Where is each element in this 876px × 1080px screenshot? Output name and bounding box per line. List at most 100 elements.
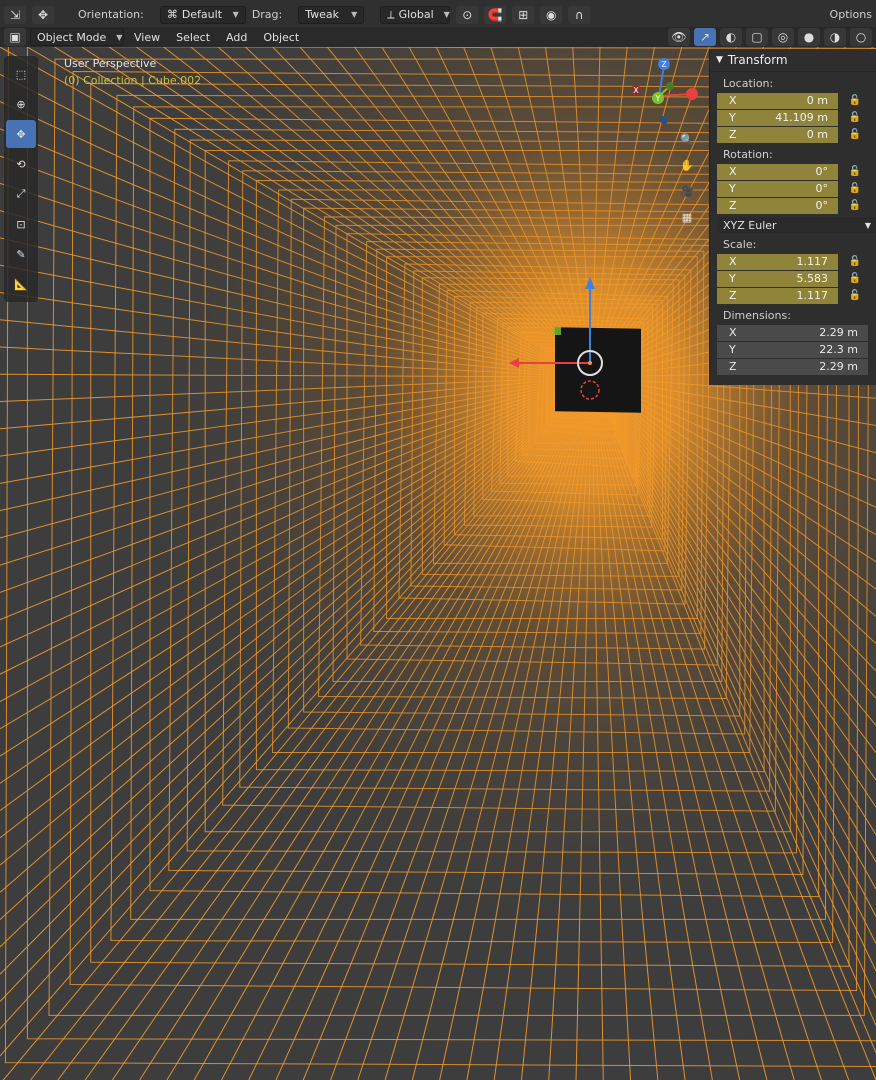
dimensions-z-field[interactable]: Z 2.29 m <box>717 358 868 375</box>
measure-tool-icon[interactable]: 📐 <box>6 270 36 298</box>
location-y-row: Y 41.109 m 🔓 <box>717 109 876 126</box>
navigation-gizmo[interactable]: Z Y X <box>626 56 706 128</box>
scale-y-field[interactable]: Y 5.583 <box>717 270 838 287</box>
viewport-header: ▣ Object Mode ▼ View Select Add Object 👁… <box>0 27 876 47</box>
lock-icon[interactable]: 🔓 <box>846 200 864 211</box>
lock-icon[interactable]: 🔓 <box>846 129 864 140</box>
options-menu[interactable]: Options <box>830 8 872 21</box>
field-value: 0° <box>815 199 829 212</box>
snap-icon[interactable]: 🧲 <box>484 5 507 24</box>
location-z-field[interactable]: Z 0 m <box>717 126 838 143</box>
orientation-value: Default <box>181 8 223 21</box>
move-tool-icon[interactable]: ✥ <box>32 5 54 24</box>
field-value: 2.29 m <box>819 360 858 373</box>
drag-dropdown[interactable]: Tweak ▼ <box>298 5 365 24</box>
axis-label: Y <box>729 272 736 285</box>
transform-pivot-icon[interactable]: ⇲ <box>4 5 26 24</box>
select-box-tool-icon[interactable]: ⬚ <box>6 60 36 88</box>
orientation-icon: ⌘ <box>166 8 178 21</box>
solid-shading-icon[interactable]: ● <box>798 28 820 46</box>
location-y-field[interactable]: Y 41.109 m <box>717 109 838 126</box>
axis-label: Z <box>729 289 737 302</box>
dimensions-x-field[interactable]: X 2.29 m <box>717 324 868 341</box>
rotation-z-field[interactable]: Z 0° <box>717 197 838 214</box>
axis-label: Z <box>729 360 737 373</box>
lock-icon[interactable]: 🔓 <box>846 95 864 106</box>
xray-toggle-icon[interactable]: ▢ <box>746 28 768 46</box>
transform-tool-icon[interactable]: ⊡ <box>6 210 36 238</box>
field-value: 5.583 <box>796 272 829 285</box>
navigation-buttons: 🔍 ✋ 🎥 ▦ <box>676 128 702 232</box>
dimensions-label: Dimensions: <box>723 309 791 322</box>
location-label: Location: <box>723 77 774 90</box>
axis-label: X <box>729 165 737 178</box>
rendered-shading-icon[interactable]: ○ <box>850 28 872 46</box>
rotate-tool-icon[interactable]: ⟲ <box>6 150 36 178</box>
field-value: 0 m <box>806 128 828 141</box>
lock-icon[interactable]: 🔓 <box>846 112 864 123</box>
gizmo-toggle-icon[interactable]: ↗ <box>694 28 716 46</box>
proportional-edit-icon[interactable]: ◉ <box>540 5 563 24</box>
location-x-field[interactable]: X 0 m <box>717 92 838 109</box>
overlay-toggle-icon[interactable]: ◐ <box>720 28 742 46</box>
move-gizmo[interactable] <box>505 275 645 405</box>
scale-z-field[interactable]: Z 1.117 <box>717 287 838 304</box>
scale-tool-icon[interactable]: ⤢ <box>6 180 36 208</box>
gizmo-y-label: Y <box>655 94 661 103</box>
field-value: 0 m <box>806 94 828 107</box>
rotation-x-field[interactable]: X 0° <box>717 163 838 180</box>
visibility-icon[interactable]: 👁 <box>668 28 690 46</box>
menu-view[interactable]: View <box>128 31 166 44</box>
annotate-tool-icon[interactable]: ✎ <box>6 240 36 268</box>
field-value: 2.29 m <box>819 326 858 339</box>
perspective-grid-icon[interactable]: ▦ <box>676 206 698 228</box>
drag-label: Drag: <box>251 8 283 21</box>
material-shading-icon[interactable]: ◑ <box>824 28 846 46</box>
tool-settings-bar: ⇲ ✥ Orientation: ⌘ Default ▼ Drag: Tweak… <box>0 0 876 30</box>
field-value: 0° <box>815 182 829 195</box>
scale-x-row: X 1.117 🔓 <box>717 253 876 270</box>
rotation-mode-value: XYZ Euler <box>723 218 777 232</box>
lock-icon[interactable]: 🔓 <box>846 290 864 301</box>
falloff-icon[interactable]: ∩ <box>568 5 591 24</box>
pan-hand-icon[interactable]: ✋ <box>676 154 698 176</box>
zoom-icon[interactable]: 🔍 <box>676 128 698 150</box>
move-tool-icon[interactable]: ✥ <box>6 120 36 148</box>
transform-orientation-dropdown[interactable]: ⟂ Global ▼ <box>380 5 451 24</box>
lock-icon[interactable]: 🔓 <box>846 256 864 267</box>
menu-select[interactable]: Select <box>170 31 216 44</box>
rotation-mode-dropdown[interactable]: XYZ Euler ▼ <box>717 217 876 233</box>
orientation-label: Orientation: <box>78 8 144 21</box>
scale-x-field[interactable]: X 1.117 <box>717 253 838 270</box>
lock-icon[interactable]: 🔓 <box>846 273 864 284</box>
editor-type-icon[interactable]: ▣ <box>4 28 26 46</box>
menu-add[interactable]: Add <box>220 31 253 44</box>
field-value: 1.117 <box>796 289 829 302</box>
transform-space-value: Global <box>398 8 434 21</box>
snap-target-icon[interactable]: ⊞ <box>512 5 535 24</box>
transform-panel-header[interactable]: ▼ Transform <box>710 49 876 72</box>
dimensions-x-row: X 2.29 m <box>717 324 876 341</box>
dimensions-y-field[interactable]: Y 22.3 m <box>717 341 868 358</box>
chevron-down-icon: ▼ <box>116 32 123 42</box>
field-value: 41.109 m <box>775 111 828 124</box>
field-value: 1.117 <box>796 255 829 268</box>
scale-z-row: Z 1.117 🔓 <box>717 287 876 304</box>
lock-icon[interactable]: 🔓 <box>846 183 864 194</box>
transform-panel-title: Transform <box>727 53 788 67</box>
dimensions-y-row: Y 22.3 m <box>717 341 876 358</box>
cursor-tool-icon[interactable]: ⊕ <box>6 90 36 118</box>
collapse-arrow-icon: ▼ <box>716 55 723 65</box>
active-object-label: (0) Collection | Cube.002 <box>64 74 202 87</box>
orientation-dropdown[interactable]: ⌘ Default ▼ <box>159 5 246 24</box>
camera-icon[interactable]: 🎥 <box>676 180 698 202</box>
lock-icon[interactable]: 🔓 <box>846 166 864 177</box>
pivot-point-icon[interactable]: ⊙ <box>456 5 479 24</box>
axis-label: Z <box>729 128 737 141</box>
chevron-down-icon: ▼ <box>443 10 450 19</box>
mode-dropdown[interactable]: Object Mode ▼ <box>30 28 124 46</box>
menu-object[interactable]: Object <box>257 31 305 44</box>
axis-label: Y <box>729 182 736 195</box>
wireframe-shading-icon[interactable]: ◎ <box>772 28 794 46</box>
rotation-y-field[interactable]: Y 0° <box>717 180 838 197</box>
